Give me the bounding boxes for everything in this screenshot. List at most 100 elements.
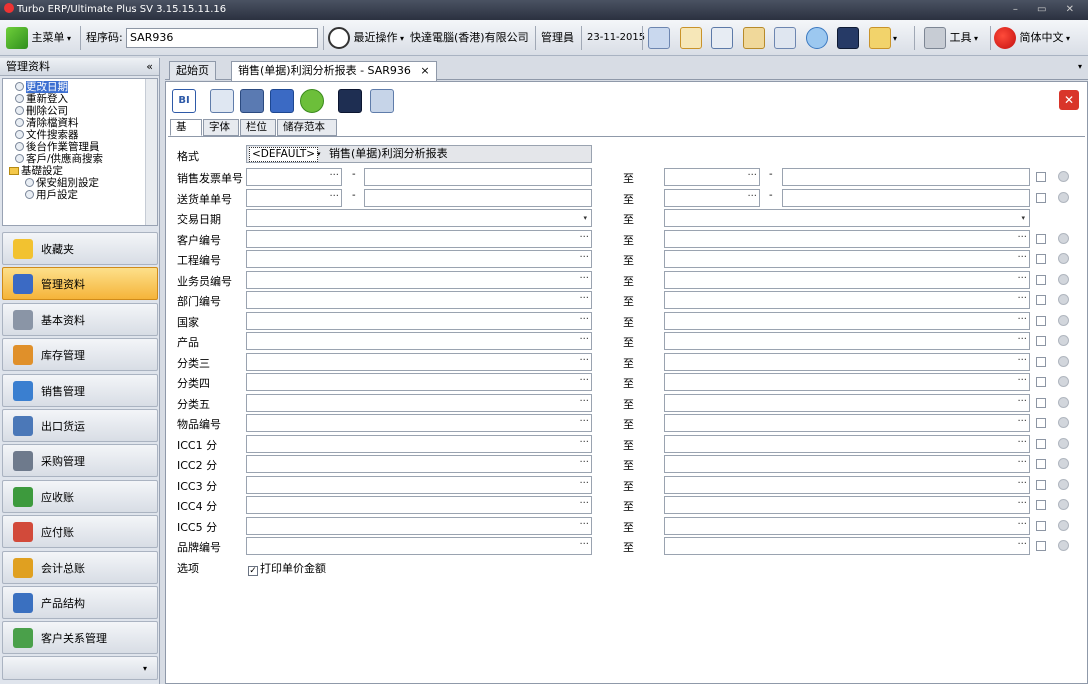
lookup-dots-button[interactable]: ···: [579, 395, 589, 409]
lookup-dots-button[interactable]: ···: [1017, 477, 1027, 491]
row-checkbox[interactable]: [1036, 254, 1046, 264]
row-settings-icon[interactable]: [1058, 540, 1069, 551]
nav-button[interactable]: 出口货运: [2, 409, 158, 442]
print-unit-price-option[interactable]: ✓ 打印单价金额: [248, 560, 326, 576]
reload-icon[interactable]: [300, 89, 324, 113]
lookup-field[interactable]: ···: [246, 188, 342, 207]
row-checkbox[interactable]: [1036, 459, 1046, 469]
tree-scrollbar[interactable]: [145, 79, 157, 225]
tree-item[interactable]: 用戶設定: [9, 189, 157, 201]
bi-icon[interactable]: BI: [172, 89, 196, 113]
lookup-dots-button[interactable]: ···: [1017, 436, 1027, 450]
row-settings-icon[interactable]: [1058, 499, 1069, 510]
lookup-dots-button[interactable]: ···: [579, 538, 589, 552]
nav-button[interactable]: 库存管理: [2, 338, 158, 372]
row-checkbox[interactable]: [1036, 356, 1046, 367]
lookup-dots-button[interactable]: ···: [1017, 415, 1027, 429]
lookup-dots-button[interactable]: ···: [579, 456, 589, 470]
lookup-dots-button[interactable]: ···: [579, 497, 589, 511]
dropdown-arrow-icon[interactable]: ▾: [1021, 210, 1025, 226]
date-field[interactable]: ▾: [664, 209, 1030, 227]
lookup-dots-button[interactable]: ···: [1017, 313, 1027, 327]
monitor-icon[interactable]: [837, 27, 859, 49]
format-select[interactable]: <DEFAULT> ▾ 销售(单据)利润分析报表: [246, 145, 592, 163]
row-settings-icon[interactable]: [1058, 335, 1069, 346]
row-settings-icon[interactable]: [1058, 232, 1069, 244]
main-menu-button[interactable]: 主菜单 ▾: [6, 25, 71, 51]
lookup-field[interactable]: ···: [664, 291, 1030, 309]
format-dropdown-arrow[interactable]: ▾: [317, 147, 321, 161]
tree-item[interactable]: 更改日期: [9, 81, 157, 93]
lookup-field[interactable]: ···: [664, 168, 760, 186]
row-settings-icon[interactable]: [1058, 478, 1069, 490]
lookup-dots-button[interactable]: ···: [579, 436, 589, 450]
tab-menu-icon[interactable]: ▾: [1078, 62, 1082, 71]
lookup-field[interactable]: ···: [246, 352, 592, 371]
lookup-field[interactable]: ···: [246, 414, 592, 432]
suffix-field[interactable]: [364, 188, 592, 207]
schedule-icon[interactable]: [370, 89, 394, 113]
lookup-dots-button[interactable]: ···: [1017, 374, 1027, 388]
search-doc-icon[interactable]: [648, 27, 670, 49]
row-settings-icon[interactable]: [1058, 417, 1069, 428]
chart-icon[interactable]: [868, 27, 891, 49]
lookup-dots-button[interactable]: ···: [579, 415, 589, 429]
lookup-field[interactable]: ···: [664, 270, 1030, 289]
row-settings-icon[interactable]: [1058, 314, 1069, 326]
lookup-field[interactable]: ···: [664, 414, 1030, 432]
tab-start-page[interactable]: 起始页: [169, 61, 216, 80]
nav-button[interactable]: 销售管理: [2, 373, 158, 407]
lookup-field[interactable]: ···: [246, 270, 592, 289]
export-icon[interactable]: [270, 89, 294, 113]
lookup-dots-button[interactable]: ···: [579, 251, 589, 265]
lookup-field[interactable]: ···: [246, 332, 592, 350]
lookup-field[interactable]: ···: [664, 250, 1030, 268]
row-settings-icon[interactable]: [1058, 355, 1069, 367]
lookup-field[interactable]: ···: [246, 434, 592, 453]
lookup-dots-button[interactable]: ···: [579, 231, 589, 245]
lookup-field[interactable]: ···: [246, 168, 342, 186]
row-checkbox[interactable]: [1036, 192, 1046, 203]
row-checkbox[interactable]: [1036, 397, 1046, 408]
close-report-button[interactable]: ✕: [1059, 90, 1079, 110]
row-checkbox[interactable]: [1036, 541, 1046, 551]
suffix-field[interactable]: [782, 188, 1030, 207]
subtab-columns[interactable]: 栏位: [240, 119, 276, 136]
lookup-field[interactable]: ···: [246, 455, 592, 473]
row-checkbox[interactable]: [1036, 315, 1046, 326]
lookup-field[interactable]: ···: [664, 516, 1030, 535]
subtab-templates[interactable]: 储存范本: [277, 119, 337, 136]
row-settings-icon[interactable]: [1058, 376, 1069, 387]
nav-button[interactable]: 采购管理: [2, 444, 158, 478]
company-name[interactable]: 快達電腦(香港)有限公司: [410, 25, 529, 51]
lookup-dots-button[interactable]: ···: [1017, 538, 1027, 552]
row-checkbox[interactable]: [1036, 274, 1046, 285]
lookup-dots-button[interactable]: ···: [579, 292, 589, 306]
lookup-field[interactable]: ···: [664, 496, 1030, 514]
subtab-basic[interactable]: 基本: [170, 119, 202, 148]
row-checkbox[interactable]: [1036, 377, 1046, 387]
lookup-dots-button[interactable]: ···: [329, 169, 339, 183]
row-settings-icon[interactable]: [1058, 458, 1069, 469]
list-icon[interactable]: [711, 27, 733, 49]
refresh-icon[interactable]: [805, 27, 828, 49]
lookup-dots-button[interactable]: ···: [747, 190, 757, 204]
row-checkbox[interactable]: [1036, 336, 1046, 346]
row-checkbox[interactable]: [1036, 479, 1046, 490]
lookup-dots-button[interactable]: ···: [1017, 354, 1027, 368]
row-checkbox[interactable]: [1036, 418, 1046, 428]
nav-button[interactable]: 应收账: [2, 479, 158, 513]
lookup-dots-button[interactable]: ···: [1017, 395, 1027, 409]
lookup-dots-button[interactable]: ···: [579, 272, 589, 286]
user-name[interactable]: 管理員: [541, 25, 574, 51]
nav-button[interactable]: 会计总账: [2, 550, 158, 584]
lookup-dots-button[interactable]: ···: [329, 190, 339, 204]
lookup-dots-button[interactable]: ···: [579, 333, 589, 347]
lookup-field[interactable]: ···: [246, 475, 592, 494]
lookup-dots-button[interactable]: ···: [1017, 292, 1027, 306]
lookup-dots-button[interactable]: ···: [1017, 272, 1027, 286]
collapse-button[interactable]: «: [146, 58, 153, 76]
lookup-field[interactable]: ···: [664, 373, 1030, 391]
language-button[interactable]: 简体中文 ▾: [994, 25, 1070, 51]
tree-item[interactable]: 文件搜索器: [9, 129, 157, 141]
